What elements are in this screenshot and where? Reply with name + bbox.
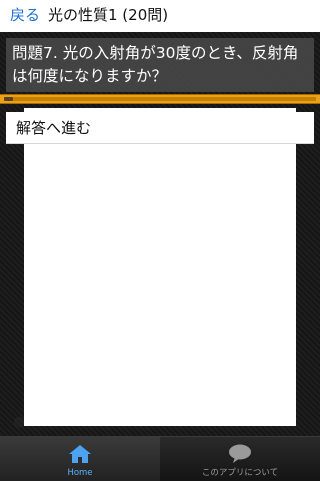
tab-about[interactable]: このアプリについて xyxy=(160,437,320,481)
tab-about-label: このアプリについて xyxy=(201,468,279,478)
page-title: 光の性質1 (20問) xyxy=(48,6,169,24)
progress-fill xyxy=(4,97,13,101)
header-bar: 戻る 光の性質1 (20問) xyxy=(0,0,320,32)
speech-bubble-icon xyxy=(229,444,251,463)
tab-home-label: Home xyxy=(67,468,93,478)
reveal-answer-button[interactable]: 解答へ進む xyxy=(6,112,314,144)
question-text: 問題7. 光の入射角が30度のとき、反射角は何度になりますか？ xyxy=(12,44,299,85)
answer-panel xyxy=(24,108,296,426)
question-panel: 問題7. 光の入射角が30度のとき、反射角は何度になりますか？ xyxy=(6,38,314,92)
progress-bar xyxy=(0,94,320,104)
home-icon xyxy=(69,445,91,463)
progress-track xyxy=(4,97,316,101)
tab-home[interactable]: Home xyxy=(0,437,160,481)
back-button[interactable]: 戻る xyxy=(8,4,42,26)
tab-bar: Home このアプリについて xyxy=(0,436,320,481)
